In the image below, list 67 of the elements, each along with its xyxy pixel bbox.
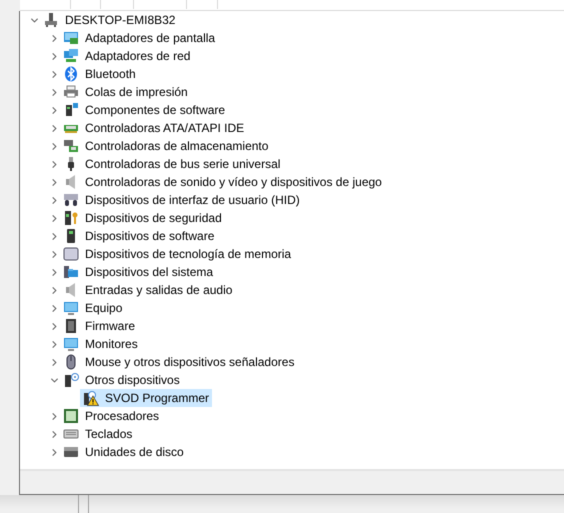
tree-item[interactable]: Unidades de disco <box>60 443 187 461</box>
tree-item[interactable]: Firmware <box>60 317 138 335</box>
expand-chevron-icon[interactable] <box>50 286 59 294</box>
tree-item[interactable]: Adaptadores de pantalla <box>60 29 218 47</box>
tree-item[interactable]: Procesadores <box>60 407 162 425</box>
tree-item[interactable]: Entradas y salidas de audio <box>60 281 236 299</box>
tree-item[interactable]: Colas de impresión <box>60 83 191 101</box>
tree-item[interactable]: Dispositivos de software <box>60 227 218 245</box>
tree-item[interactable]: DESKTOP-EMI8B32 <box>40 11 178 29</box>
tree-item[interactable]: Monitores <box>60 335 141 353</box>
expand-chevron-icon[interactable] <box>50 88 59 96</box>
tree-item[interactable]: Dispositivos de seguridad <box>60 209 225 227</box>
expand-chevron-icon[interactable] <box>50 430 59 438</box>
tree-item[interactable]: Dispositivos de interfaz de usuario (HID) <box>60 191 303 209</box>
key-device-icon <box>63 210 79 226</box>
expand-chevron-icon[interactable] <box>50 322 59 330</box>
expand-chevron-icon[interactable] <box>50 268 59 276</box>
display-adapter-icon <box>63 30 79 46</box>
unknown-device-icon <box>63 372 79 388</box>
expand-chevron-icon[interactable] <box>50 124 59 132</box>
collapse-chevron-icon[interactable] <box>30 16 39 24</box>
tree-item[interactable]: Controladoras de almacenamiento <box>60 137 272 155</box>
keyboard-mouse-icon <box>63 192 79 208</box>
expand-chevron-icon[interactable] <box>50 70 59 78</box>
expand-chevron-icon[interactable] <box>50 250 59 258</box>
disk-drive-icon <box>63 444 79 460</box>
expand-chevron-icon[interactable] <box>50 160 59 168</box>
tree-item[interactable]: Componentes de software <box>60 101 228 119</box>
expand-chevron-icon[interactable] <box>50 106 59 114</box>
expand-chevron-icon[interactable] <box>50 340 59 348</box>
bluetooth-icon <box>63 66 79 82</box>
expand-chevron-icon[interactable] <box>50 52 59 60</box>
printer-icon <box>63 84 79 100</box>
component-icon <box>63 102 79 118</box>
system-folder-icon <box>63 264 79 280</box>
tree-item[interactable]: SVOD Programmer <box>80 389 212 407</box>
monitor-icon <box>63 300 79 316</box>
computer-icon <box>43 12 59 28</box>
collapse-chevron-icon[interactable] <box>50 376 59 384</box>
memory-card-icon <box>63 246 79 262</box>
tree-item[interactable]: Controladoras de bus serie universal <box>60 155 284 173</box>
tree-item[interactable]: Otros dispositivos <box>60 371 183 389</box>
tree-item[interactable]: Teclados <box>60 425 136 443</box>
processor-icon <box>63 408 79 424</box>
expand-chevron-icon[interactable] <box>50 358 59 366</box>
tree-item[interactable]: Bluetooth <box>60 65 139 83</box>
monitor-icon <box>63 336 79 352</box>
expand-chevron-icon[interactable] <box>50 178 59 186</box>
tree-item[interactable]: Mouse y otros dispositivos señaladores <box>60 353 298 371</box>
tree-item[interactable]: Controladoras ATA/ATAPI IDE <box>60 119 248 137</box>
expand-chevron-icon[interactable] <box>50 304 59 312</box>
tree-item[interactable]: Controladoras de sonido y vídeo y dispositivos de juego <box>60 173 385 191</box>
expand-chevron-icon[interactable] <box>50 412 59 420</box>
expand-chevron-icon[interactable] <box>50 232 59 240</box>
warning-device-icon <box>83 390 99 406</box>
expand-chevron-icon[interactable] <box>50 142 59 150</box>
tree-item[interactable]: Dispositivos de tecnología de memoria <box>60 245 294 263</box>
network-icon <box>63 48 79 64</box>
expand-chevron-icon[interactable] <box>50 214 59 222</box>
tree-item[interactable]: Adaptadores de red <box>60 47 194 65</box>
expand-chevron-icon[interactable] <box>50 34 59 42</box>
expand-chevron-icon[interactable] <box>50 448 59 456</box>
storage-controller-icon <box>63 138 79 154</box>
expand-chevron-icon[interactable] <box>50 196 59 204</box>
chip-icon <box>63 318 79 334</box>
tree-item[interactable]: Dispositivos del sistema <box>60 263 216 281</box>
tree-item[interactable]: Equipo <box>60 299 126 317</box>
